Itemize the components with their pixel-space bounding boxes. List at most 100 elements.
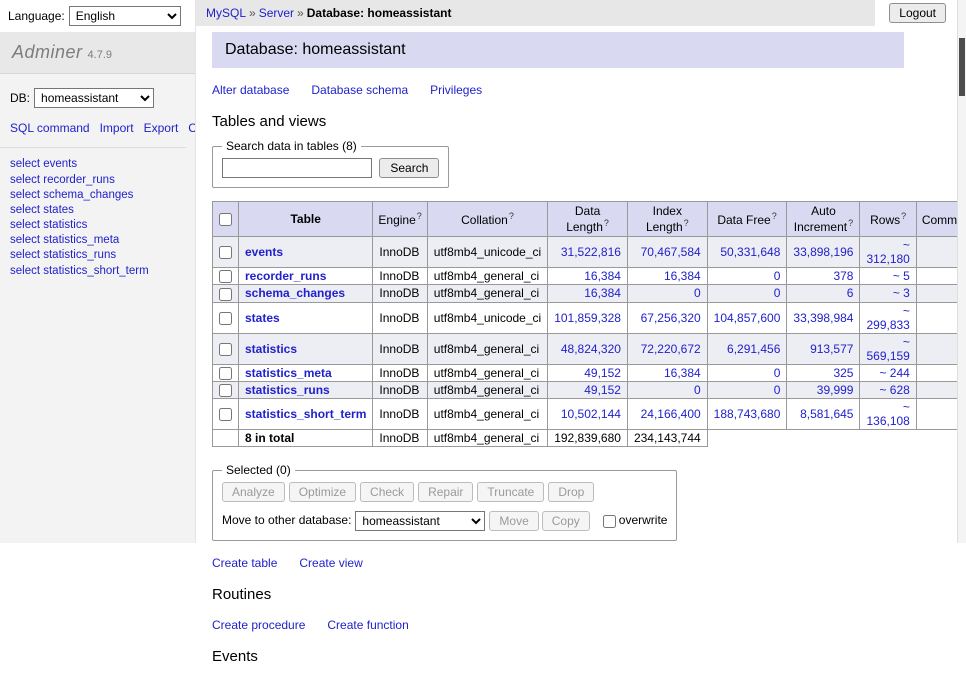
auto-increment-link[interactable]: 8,581,645 xyxy=(800,407,853,421)
sidebar-item-select-statistics[interactable]: select statistics xyxy=(10,218,185,233)
row-checkbox[interactable] xyxy=(219,343,232,356)
check-button[interactable]: Check xyxy=(360,482,414,502)
sidebar-item-select-states[interactable]: select states xyxy=(10,203,185,218)
sidebar-item-select-recorder-runs[interactable]: select recorder_runs xyxy=(10,173,185,188)
optimize-button[interactable]: Optimize xyxy=(289,482,356,502)
adminer-logo[interactable]: Adminer xyxy=(12,42,83,62)
sidebar-link-create-table[interactable]: Create table xyxy=(188,121,195,135)
column-help-icon[interactable]: ? xyxy=(848,218,853,228)
table-name-link[interactable]: schema_changes xyxy=(245,286,345,300)
data-free-link[interactable]: 188,743,680 xyxy=(714,407,781,421)
data-free-link[interactable]: 104,857,600 xyxy=(714,311,781,325)
data-length-link[interactable]: 16,384 xyxy=(584,269,621,283)
sidebar-link-import[interactable]: Import xyxy=(100,121,134,135)
rows-link[interactable]: ~ 136,108 xyxy=(866,400,909,428)
index-length-link[interactable]: 16,384 xyxy=(664,269,701,283)
auto-increment-link[interactable]: 6 xyxy=(847,286,854,300)
sidebar-item-select-statistics-meta[interactable]: select statistics_meta xyxy=(10,233,185,248)
index-length-link[interactable]: 67,256,320 xyxy=(641,311,701,325)
logout-button[interactable]: Logout xyxy=(889,3,946,23)
db-select[interactable]: homeassistant xyxy=(34,88,154,108)
row-checkbox[interactable] xyxy=(219,384,232,397)
data-length-link[interactable]: 101,859,328 xyxy=(554,311,621,325)
index-length-link[interactable]: 24,166,400 xyxy=(641,407,701,421)
index-length-link[interactable]: 70,467,584 xyxy=(641,245,701,259)
row-checkbox[interactable] xyxy=(219,246,232,259)
data-free-link[interactable]: 0 xyxy=(774,366,781,380)
overwrite-checkbox[interactable] xyxy=(603,515,616,528)
table-name-link[interactable]: states xyxy=(245,311,280,325)
auto-increment-link[interactable]: 39,999 xyxy=(817,383,854,397)
data-length-link[interactable]: 31,522,816 xyxy=(561,245,621,259)
truncate-button[interactable]: Truncate xyxy=(477,482,544,502)
sidebar-item-select-events[interactable]: select events xyxy=(10,157,185,172)
drop-button[interactable]: Drop xyxy=(548,482,594,502)
table-name-link[interactable]: events xyxy=(245,245,283,259)
data-free-link[interactable]: 0 xyxy=(774,286,781,300)
link-create-procedure[interactable]: Create procedure xyxy=(212,618,305,632)
rows-link[interactable]: ~ 5 xyxy=(893,269,910,283)
index-length-link[interactable]: 72,220,672 xyxy=(641,342,701,356)
row-checkbox[interactable] xyxy=(219,408,232,421)
link-create-view[interactable]: Create view xyxy=(299,556,362,570)
rows-link[interactable]: ~ 569,159 xyxy=(866,335,909,363)
auto-increment-link[interactable]: 33,898,196 xyxy=(793,245,853,259)
link-create-table[interactable]: Create table xyxy=(212,556,277,570)
column-help-icon[interactable]: ? xyxy=(604,218,609,228)
select-all-checkbox[interactable] xyxy=(219,213,232,226)
table-name-link[interactable]: recorder_runs xyxy=(245,269,326,283)
data-length-link[interactable]: 48,824,320 xyxy=(561,342,621,356)
row-checkbox[interactable] xyxy=(219,270,232,283)
sidebar-item-select-statistics-short-term[interactable]: select statistics_short_term xyxy=(10,264,185,279)
auto-increment-link[interactable]: 913,577 xyxy=(810,342,853,356)
auto-increment-link[interactable]: 325 xyxy=(833,366,853,380)
table-name-link[interactable]: statistics_short_term xyxy=(245,407,366,421)
row-checkbox[interactable] xyxy=(219,312,232,325)
column-help-icon[interactable]: ? xyxy=(772,211,777,221)
sidebar-item-select-statistics-runs[interactable]: select statistics_runs xyxy=(10,248,185,263)
data-length-link[interactable]: 16,384 xyxy=(584,286,621,300)
table-name-link[interactable]: statistics xyxy=(245,342,297,356)
move-button[interactable]: Move xyxy=(489,511,538,531)
sidebar-link-sql-command[interactable]: SQL command xyxy=(10,121,90,135)
data-length-link[interactable]: 10,502,144 xyxy=(561,407,621,421)
column-help-icon[interactable]: ? xyxy=(509,211,514,221)
data-length-link[interactable]: 49,152 xyxy=(584,383,621,397)
sidebar-link-export[interactable]: Export xyxy=(144,121,179,135)
table-name-link[interactable]: statistics_meta xyxy=(245,366,332,380)
rows-link[interactable]: ~ 299,833 xyxy=(866,304,909,332)
scrollbar-thumb[interactable] xyxy=(959,38,965,96)
column-help-icon[interactable]: ? xyxy=(901,211,906,221)
analyze-button[interactable]: Analyze xyxy=(222,482,285,502)
sidebar-item-select-schema-changes[interactable]: select schema_changes xyxy=(10,188,185,203)
rows-link[interactable]: ~ 312,180 xyxy=(866,238,909,266)
row-checkbox[interactable] xyxy=(219,367,232,380)
copy-button[interactable]: Copy xyxy=(542,511,590,531)
rows-link[interactable]: ~ 3 xyxy=(893,286,910,300)
breadcrumb-link-mysql[interactable]: MySQL xyxy=(206,6,246,20)
data-free-link[interactable]: 0 xyxy=(774,269,781,283)
table-name-link[interactable]: statistics_runs xyxy=(245,383,330,397)
language-select[interactable]: English xyxy=(69,6,181,26)
repair-button[interactable]: Repair xyxy=(418,482,473,502)
column-help-icon[interactable]: ? xyxy=(684,218,689,228)
index-length-link[interactable]: 0 xyxy=(694,286,701,300)
row-checkbox[interactable] xyxy=(219,288,232,301)
rows-link[interactable]: ~ 628 xyxy=(879,383,909,397)
breadcrumb-link-server[interactable]: Server xyxy=(259,6,294,20)
auto-increment-link[interactable]: 378 xyxy=(833,269,853,283)
data-free-link[interactable]: 50,331,648 xyxy=(720,245,780,259)
rows-link[interactable]: ~ 244 xyxy=(879,366,909,380)
move-db-select[interactable]: homeassistant xyxy=(355,511,485,531)
link-alter-database[interactable]: Alter database xyxy=(212,83,289,97)
link-create-function[interactable]: Create function xyxy=(327,618,408,632)
link-privileges[interactable]: Privileges xyxy=(430,83,482,97)
data-free-link[interactable]: 6,291,456 xyxy=(727,342,780,356)
index-length-link[interactable]: 0 xyxy=(694,383,701,397)
column-help-icon[interactable]: ? xyxy=(417,211,422,221)
data-free-link[interactable]: 0 xyxy=(774,383,781,397)
link-database-schema[interactable]: Database schema xyxy=(311,83,408,97)
data-length-link[interactable]: 49,152 xyxy=(584,366,621,380)
index-length-link[interactable]: 16,384 xyxy=(664,366,701,380)
auto-increment-link[interactable]: 33,398,984 xyxy=(793,311,853,325)
